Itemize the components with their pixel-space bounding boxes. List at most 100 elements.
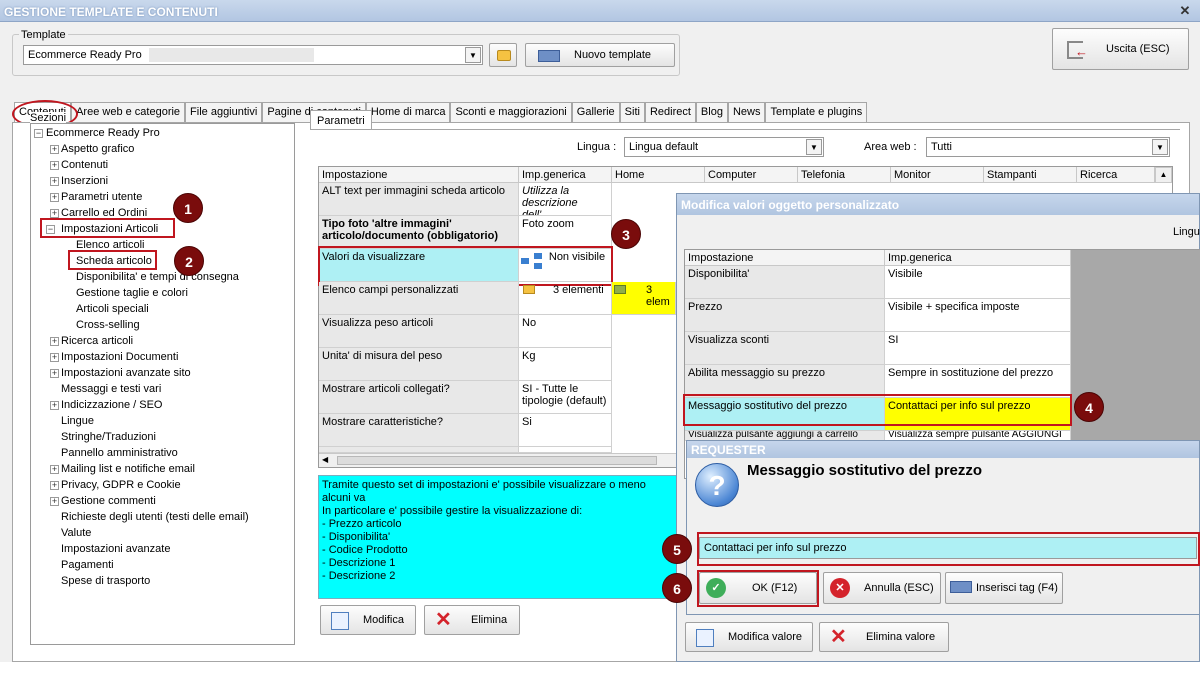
scrollbar-thumb[interactable] bbox=[337, 456, 657, 465]
scroll-up-icon[interactable]: ▲ bbox=[1155, 167, 1172, 183]
tab-parametri[interactable]: Parametri bbox=[310, 110, 372, 130]
area-select[interactable]: Tutti ▼ bbox=[926, 137, 1170, 157]
grid-header[interactable]: Computer bbox=[705, 167, 798, 183]
tree-item[interactable]: Mailing list e notifiche email bbox=[61, 463, 195, 475]
expand-icon[interactable]: + bbox=[50, 465, 59, 474]
folder-button[interactable] bbox=[489, 43, 517, 67]
grid-header[interactable]: Ricerca Consu... bbox=[1077, 167, 1155, 183]
tab-news[interactable]: News bbox=[727, 102, 766, 122]
grid-cell-value[interactable]: No bbox=[519, 315, 612, 348]
tree-item[interactable]: Indicizzazione / SEO bbox=[61, 399, 163, 411]
grid-cell-name[interactable]: ALT text per immagini scheda articolo bbox=[319, 183, 519, 216]
tree-item[interactable]: Impostazioni avanzate bbox=[61, 543, 170, 555]
tab-siti[interactable]: Siti bbox=[619, 102, 645, 122]
dialog-header[interactable]: Impostazione bbox=[685, 250, 885, 266]
horizontal-scrollbar[interactable]: ◀ bbox=[319, 453, 676, 467]
tree-item[interactable]: Spese di trasporto bbox=[61, 575, 150, 587]
grid-header[interactable]: Stampanti bbox=[984, 167, 1077, 183]
expand-icon[interactable]: + bbox=[50, 145, 59, 154]
tree-item[interactable]: Lingue bbox=[61, 415, 94, 427]
tree-item[interactable]: Impostazioni Documenti bbox=[61, 351, 178, 363]
chevron-down-icon[interactable]: ▼ bbox=[1152, 139, 1168, 155]
tab-template-plugins[interactable]: Template e plugins bbox=[765, 102, 868, 122]
grid-cell-value-wrap[interactable]: 3 elementi bbox=[519, 282, 612, 315]
chevron-down-icon[interactable]: ▼ bbox=[806, 139, 822, 155]
tree-item[interactable]: Messaggi e testi vari bbox=[61, 383, 161, 395]
close-icon[interactable]: ✕ bbox=[1174, 2, 1196, 20]
expand-icon[interactable]: + bbox=[50, 401, 59, 410]
expand-icon[interactable]: + bbox=[50, 497, 59, 506]
grid-cell-home-wrap[interactable]: 3 elem bbox=[612, 282, 676, 315]
expand-icon[interactable]: + bbox=[50, 369, 59, 378]
grid-header[interactable]: Monitor bbox=[891, 167, 984, 183]
delete-value-button[interactable]: ✕ Elimina valore bbox=[819, 622, 949, 652]
expand-icon[interactable]: + bbox=[50, 193, 59, 202]
expand-icon[interactable]: + bbox=[50, 481, 59, 490]
modify-button[interactable]: Modifica bbox=[320, 605, 416, 635]
modify-value-button[interactable]: Modifica valore bbox=[685, 622, 813, 652]
expand-icon[interactable]: + bbox=[50, 177, 59, 186]
tree-item[interactable]: Impostazioni avanzate sito bbox=[61, 367, 191, 379]
delete-button[interactable]: ✕ Elimina bbox=[424, 605, 520, 635]
tree-subitem[interactable]: Disponibilita' e tempi di consegna bbox=[76, 271, 239, 283]
grid-cell-name[interactable]: Mostrare caratteristiche? bbox=[319, 414, 519, 447]
exit-button[interactable]: ← Uscita (ESC) bbox=[1052, 28, 1189, 70]
grid-cell-value[interactable]: Foto zoom bbox=[519, 216, 612, 249]
expand-icon[interactable]: + bbox=[50, 161, 59, 170]
dialog-header[interactable]: Imp.generica bbox=[885, 250, 1071, 266]
tree-item[interactable]: Stringhe/Traduzioni bbox=[61, 431, 156, 443]
cancel-button[interactable]: ✕ Annulla (ESC) bbox=[823, 572, 941, 604]
dialog-cell-name[interactable]: Disponibilita' bbox=[685, 266, 885, 299]
scroll-left-icon[interactable]: ◀ bbox=[322, 455, 328, 464]
tree-subitem[interactable]: Cross-selling bbox=[76, 319, 140, 331]
grid-cell-value[interactable]: Utilizza la descrizione dell'... bbox=[519, 183, 612, 216]
tree-item[interactable]: Valute bbox=[61, 527, 91, 539]
grid-cell-value: 3 elementi bbox=[553, 284, 604, 296]
grid-cell-name[interactable]: Visualizza peso articoli bbox=[319, 315, 519, 348]
grid-cell-name[interactable]: Tipo foto 'altre immagini' articolo/docu… bbox=[319, 216, 519, 249]
expand-icon[interactable]: + bbox=[50, 209, 59, 218]
grid-cell-value[interactable]: Kg bbox=[519, 348, 612, 381]
tree-item[interactable]: Aspetto grafico bbox=[61, 143, 134, 155]
tree-item[interactable]: Privacy, GDPR e Cookie bbox=[61, 479, 181, 491]
grid-cell-value[interactable]: Si bbox=[519, 414, 612, 447]
tab-home-di-marca[interactable]: Home di marca bbox=[365, 102, 451, 122]
params-divider bbox=[310, 129, 1180, 130]
tab-sconti[interactable]: Sconti e maggiorazioni bbox=[450, 102, 572, 122]
insert-tag-button[interactable]: Inserisci tag (F4) bbox=[945, 572, 1063, 604]
tab-blog[interactable]: Blog bbox=[695, 102, 728, 122]
tab-redirect[interactable]: Redirect bbox=[644, 102, 696, 122]
tree-item[interactable]: Pannello amministrativo bbox=[61, 447, 178, 459]
expand-icon[interactable]: + bbox=[50, 353, 59, 362]
dialog-cell-value[interactable]: Visibile bbox=[885, 266, 1071, 299]
tree-item[interactable]: Contenuti bbox=[61, 159, 108, 171]
grid-header[interactable]: Telefonia bbox=[798, 167, 891, 183]
tree-item[interactable]: Parametri utente bbox=[61, 191, 142, 203]
grid-cell-name[interactable]: Mostrare articoli collegati? bbox=[319, 381, 519, 414]
tree-subitem[interactable]: Articoli speciali bbox=[76, 303, 149, 315]
dialog-cell-value[interactable]: Visibile + specifica imposte bbox=[885, 299, 1071, 332]
tree-item[interactable]: Pagamenti bbox=[61, 559, 114, 571]
tab-gallerie[interactable]: Gallerie bbox=[571, 102, 620, 122]
grid-cell-name[interactable]: Unita' di misura del peso bbox=[319, 348, 519, 381]
dialog-cell-name[interactable]: Prezzo bbox=[685, 299, 885, 332]
dialog-cell-value[interactable]: SI bbox=[885, 332, 1071, 365]
template-select[interactable]: Ecommerce Ready Pro ▼ bbox=[23, 45, 483, 65]
tree-item[interactable]: Ricerca articoli bbox=[61, 335, 133, 347]
grid-header[interactable]: Impostazione bbox=[319, 167, 519, 183]
grid-cell-value[interactable]: SI - Tutte le tipologie (default) bbox=[519, 381, 612, 414]
chevron-down-icon[interactable]: ▼ bbox=[465, 47, 481, 63]
grid-header[interactable]: Home bbox=[612, 167, 705, 183]
grid-cell-name[interactable]: Elenco campi personalizzati bbox=[319, 282, 519, 315]
tree-item[interactable]: Richieste degli utenti (testi delle emai… bbox=[61, 511, 249, 523]
tree-subitem[interactable]: Gestione taglie e colori bbox=[76, 287, 188, 299]
tree-root[interactable]: Ecommerce Ready Pro bbox=[46, 127, 160, 139]
expand-icon[interactable]: + bbox=[50, 337, 59, 346]
tree-item[interactable]: Gestione commenti bbox=[61, 495, 156, 507]
collapse-icon[interactable]: − bbox=[34, 129, 43, 138]
lingua-select[interactable]: Lingua default ▼ bbox=[624, 137, 824, 157]
tree-item[interactable]: Inserzioni bbox=[61, 175, 108, 187]
new-template-button[interactable]: Nuovo template bbox=[525, 43, 675, 67]
grid-header[interactable]: Imp.generica bbox=[519, 167, 612, 183]
dialog-cell-name[interactable]: Visualizza sconti bbox=[685, 332, 885, 365]
